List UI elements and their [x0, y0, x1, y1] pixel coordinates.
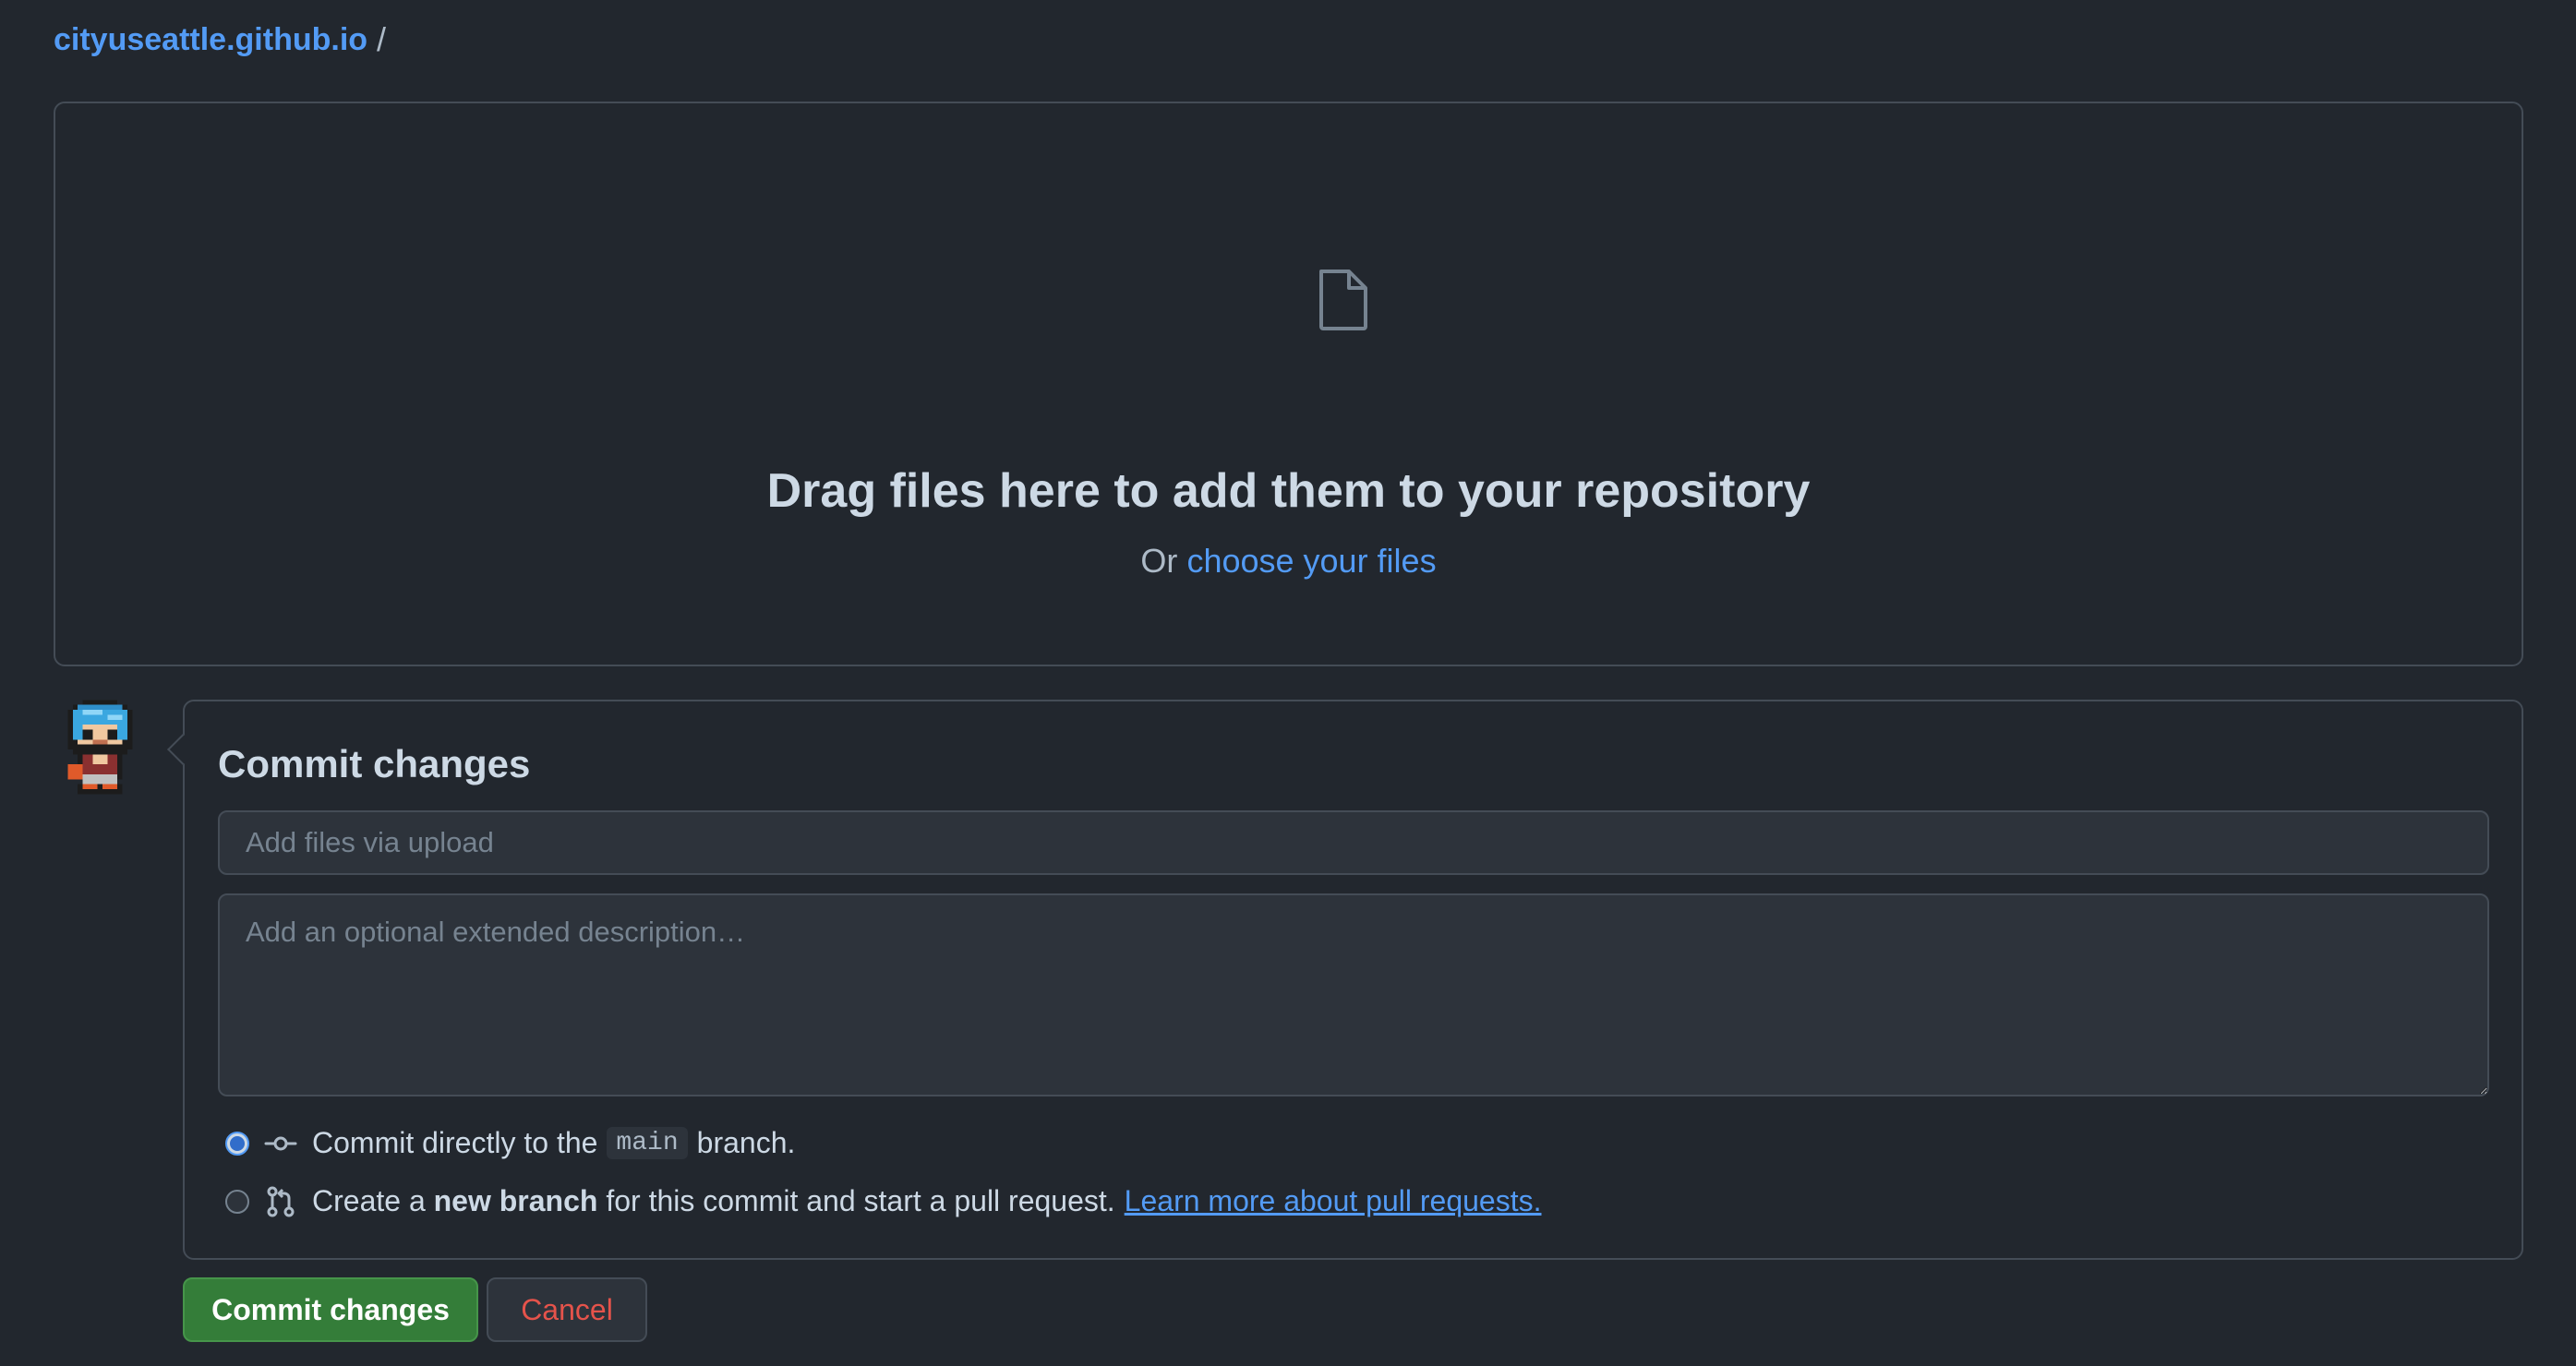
new-branch-bold: new branch: [433, 1184, 598, 1217]
cancel-button[interactable]: Cancel: [487, 1277, 647, 1342]
branch-name: main: [607, 1127, 688, 1159]
file-dropzone[interactable]: Drag files here to add them to your repo…: [54, 102, 2523, 666]
git-commit-icon: [264, 1136, 297, 1150]
breadcrumb: cityuseattle.github.io /: [54, 20, 386, 59]
git-pull-request-icon: [267, 1186, 295, 1216]
commit-description-input[interactable]: [218, 893, 2489, 1096]
dropzone-prefix: Or: [1140, 542, 1178, 580]
dropzone-subtitle: Or choose your files: [55, 542, 2522, 581]
commit-title: Commit changes: [218, 742, 531, 785]
commit-form: Commit changes Commit directly to the ma…: [167, 700, 2523, 1260]
timeline-caret: [167, 734, 199, 765]
new-branch-radio[interactable]: [225, 1189, 249, 1214]
avatar[interactable]: [63, 700, 142, 799]
breadcrumb-separator: /: [377, 20, 387, 58]
commit-direct-radio[interactable]: [225, 1131, 249, 1156]
new-branch-text-after: for this commit and start a pull request…: [606, 1184, 1115, 1217]
commit-direct-text: Commit directly to the: [312, 1126, 598, 1159]
choose-files-link[interactable]: choose your files: [1186, 542, 1436, 580]
commit-direct-option[interactable]: Commit directly to the main branch.: [225, 1126, 795, 1160]
commit-summary-input[interactable]: [218, 810, 2489, 875]
commit-direct-suffix: branch.: [696, 1126, 796, 1159]
new-branch-option[interactable]: Create a new branch for this commit and …: [225, 1184, 1542, 1218]
dropzone-title: Drag files here to add them to your repo…: [766, 464, 1811, 518]
repo-link[interactable]: cityuseattle.github.io: [54, 22, 367, 58]
commit-changes-button[interactable]: Commit changes: [183, 1277, 478, 1342]
learn-more-pull-requests-link[interactable]: Learn more about pull requests.: [1125, 1184, 1542, 1218]
new-branch-text-before: Create a: [312, 1184, 426, 1217]
file-icon: [1319, 270, 1367, 330]
